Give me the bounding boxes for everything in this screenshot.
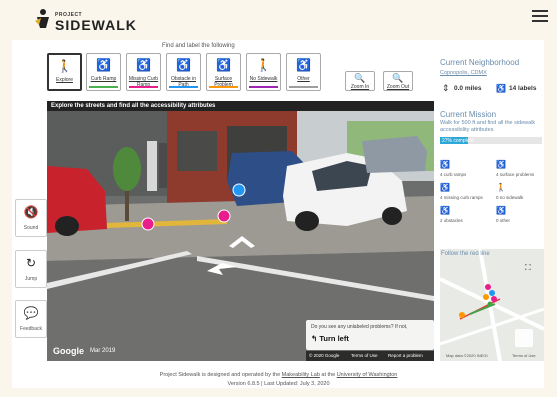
jump-icon: ↻ xyxy=(25,256,37,270)
tool-label: Explore xyxy=(56,77,73,83)
streetview-instructions: Explore the streets and find all the acc… xyxy=(51,103,216,109)
curb-ramp-icon: ♿ xyxy=(440,160,450,169)
obstacle-icon: ♿ xyxy=(440,206,450,215)
miles-value: 0.0 miles xyxy=(454,85,482,92)
unlabeled-problem-prompt: Do you see any unlabeled problems? If no… xyxy=(306,320,434,350)
tool-label: Curb Ramp xyxy=(90,76,117,82)
map-terms-link[interactable]: Terms of Use xyxy=(512,353,536,358)
report-problem-link[interactable]: Report a problem xyxy=(388,353,423,358)
mission-progress-bar: 27% complete xyxy=(440,137,542,144)
no-sidewalk-tool-button[interactable]: 🚶 No Sidewalk xyxy=(246,53,281,91)
mission-description: Walk for 500 ft and find all the sidewal… xyxy=(440,120,536,133)
zoom-out-label: Zoom Out xyxy=(386,84,410,90)
feedback-label: Feedback xyxy=(20,326,42,332)
terms-link[interactable]: Terms of Use xyxy=(351,353,378,358)
obstacle-tool-button[interactable]: ♿ Obstacle in Path xyxy=(166,53,201,91)
zoom-in-button[interactable]: 🔍 Zoom In xyxy=(345,71,375,91)
tool-label: No Sidewalk xyxy=(249,76,278,82)
missing-curb-ramp-icon: ♿ xyxy=(440,183,450,192)
minimap[interactable]: Follow the red line ⛶ Map data ©2020 INE… xyxy=(440,249,544,361)
university-link[interactable]: University of Washington xyxy=(337,372,398,378)
feedback-icon: 💬 xyxy=(23,306,39,320)
explore-tool-button[interactable]: 🚶 Explore xyxy=(47,53,82,91)
stat-missing-curb-ramps: 4 missing curb ramps xyxy=(440,195,483,200)
neighborhood-name[interactable]: Copnopolis, CDMX xyxy=(440,70,487,76)
stat-surface-problems: 4 surface problems xyxy=(496,172,535,177)
curb-ramp-tool-button[interactable]: ♿ Curb Ramp xyxy=(86,53,121,91)
stat-curb-ramps: 4 curb ramps xyxy=(440,172,467,177)
turn-left-button[interactable]: ↰ Turn left xyxy=(311,334,349,343)
curb-ramp-icon: ♿ xyxy=(96,58,111,72)
missing-curb-ramp-label-marker[interactable] xyxy=(217,209,231,223)
missing-curb-ramp-icon: ♿ xyxy=(136,58,151,72)
labels-value: 14 labels xyxy=(509,85,537,92)
sound-muted-icon: 🔇 xyxy=(23,205,39,219)
zoom-in-icon: 🔍 xyxy=(354,73,366,83)
surface-problem-icon: ♿ xyxy=(496,160,506,169)
streetview-header: Explore the streets and find all the acc… xyxy=(47,101,434,111)
map-data-attribution: Map data ©2020 INEGI xyxy=(446,353,488,358)
imagery-date: Mar 2019 xyxy=(90,348,116,354)
project-sidewalk-logo[interactable]: PROJECT SIDEWALK xyxy=(33,8,163,34)
missing-curb-ramp-tool-button[interactable]: ♿ Missing Curb Ramp xyxy=(126,53,161,91)
jump-label: Jump xyxy=(24,276,38,282)
zoom-out-icon: 🔍 xyxy=(392,73,404,83)
stat-no-sidewalk: 0 no sidewalk xyxy=(496,195,524,200)
surface-problem-tool-button[interactable]: ♿ Surface Problem xyxy=(206,53,241,91)
zoom-out-button[interactable]: 🔍 Zoom Out xyxy=(383,71,413,91)
other-icon: ♿ xyxy=(496,206,506,215)
problem-question: Do you see any unlabeled problems? If no… xyxy=(311,324,408,330)
google-watermark: Google xyxy=(53,346,84,356)
distance-icon: ⇕ xyxy=(442,83,450,93)
other-tool-button[interactable]: ♿ Other xyxy=(286,53,321,91)
streetview-panorama[interactable]: Google Mar 2019 Do you see any unlabeled… xyxy=(47,111,434,361)
sound-button[interactable]: 🔇 Sound xyxy=(15,199,47,237)
labels-icon: ♿ xyxy=(496,84,506,93)
no-sidewalk-icon: 🚶 xyxy=(256,58,271,72)
copyright: © 2020 Google xyxy=(309,353,340,358)
makeability-lab-link[interactable]: Makeability Lab xyxy=(282,372,320,378)
mission-title: Current Mission xyxy=(440,110,497,119)
neighborhood-title: Current Neighborhood xyxy=(440,58,520,67)
walking-person-icon: 🚶 xyxy=(57,59,72,73)
other-icon: ♿ xyxy=(296,58,311,72)
progress-text: 27% complete xyxy=(442,138,474,144)
sound-label: Sound xyxy=(23,225,39,231)
stat-other: 0 other xyxy=(496,218,511,223)
tool-label: Other xyxy=(297,76,310,82)
logo-mark-icon xyxy=(35,9,49,28)
menu-icon[interactable] xyxy=(532,10,548,24)
zoom-in-label: Zoom In xyxy=(350,84,370,90)
obstacle-icon: ♿ xyxy=(176,58,191,72)
logo-text: SIDEWALK xyxy=(55,17,137,33)
stat-obstacles: 2 obstacles xyxy=(440,218,463,223)
no-sidewalk-icon: 🚶 xyxy=(496,183,506,192)
footer-version: Version 6.8.5 | Last Updated: July 3, 20… xyxy=(227,381,330,387)
streetview-footer: © 2020 Google Terms of Use Report a prob… xyxy=(306,351,434,361)
feedback-button[interactable]: 💬 Feedback xyxy=(15,300,47,338)
surface-problem-icon: ♿ xyxy=(216,58,231,72)
follow-red-line-text: Follow the red line xyxy=(441,251,490,257)
find-label: Find and label the following xyxy=(162,43,235,49)
fullscreen-icon[interactable]: ⛶ xyxy=(525,263,531,273)
obstacle-label-marker[interactable] xyxy=(232,183,246,197)
footer-credits: Project Sidewalk is designed and operate… xyxy=(159,372,398,378)
missing-curb-ramp-label-marker[interactable] xyxy=(141,217,155,231)
jump-button[interactable]: ↻ Jump xyxy=(15,250,47,288)
